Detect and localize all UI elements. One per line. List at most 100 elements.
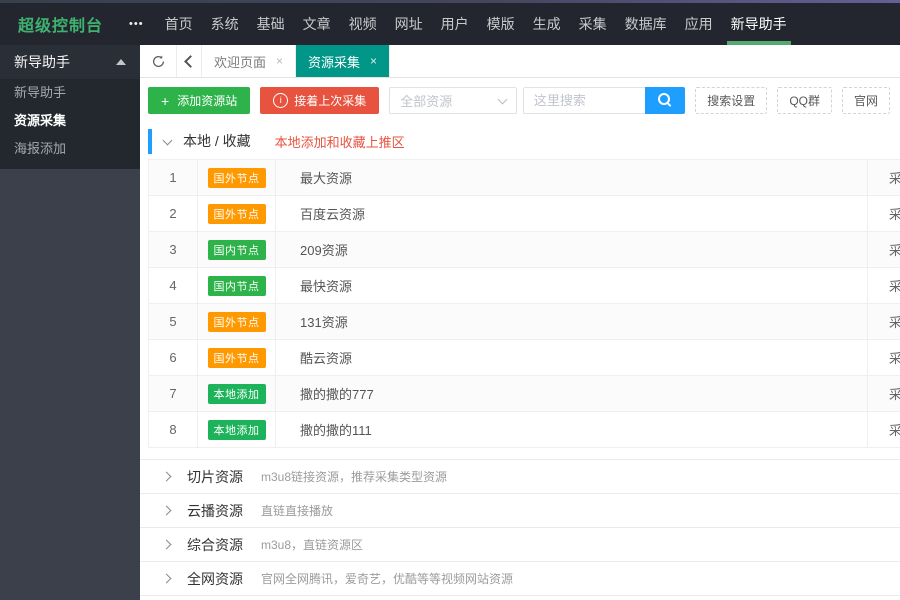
collect-today-link[interactable]: 采集当天 (867, 231, 900, 268)
nav-item-app[interactable]: 应用 (676, 3, 722, 45)
nav-item-generate[interactable]: 生成 (524, 3, 570, 45)
app-logo: 超级控制台 (18, 18, 104, 35)
row-number: 1 (148, 159, 198, 196)
row-number: 3 (148, 231, 198, 268)
accordion-title: 切片资源 (187, 468, 243, 485)
sidebar-item-poster-add[interactable]: 海报添加 (0, 135, 140, 163)
resource-name: 209资源 (275, 231, 868, 268)
search-button[interactable] (644, 87, 686, 114)
accordion-title: 综合资源 (187, 536, 243, 553)
accordion-item-composite[interactable]: 综合资源 m3u8，直链资源区 (140, 528, 900, 562)
continue-last-collect-label: 接着上次采集 (294, 94, 367, 108)
nav-item-user[interactable]: 用户 (432, 3, 478, 45)
tab-close-icon[interactable]: × (276, 54, 283, 68)
accordion-item-download[interactable]: 下载资源 迅雷，直链下载资源区 (140, 596, 900, 600)
node-type-badge: 国外节点 (207, 203, 266, 224)
section-note: 本地添加和收藏上推区 (274, 134, 405, 150)
node-type-badge: 本地添加 (207, 419, 266, 440)
row-number: 6 (148, 339, 198, 376)
search-settings-button[interactable]: 搜索设置 (695, 87, 768, 114)
tab-welcome[interactable]: 欢迎页面 × (202, 45, 297, 77)
node-type-badge: 国内节点 (207, 275, 266, 296)
more-menu-icon[interactable]: ••• (129, 3, 144, 45)
resource-category-accordion: 切片资源 m3u8链接资源，推荐采集类型资源 云播资源 直链直接播放 综合资源 … (140, 459, 900, 600)
collect-today-link[interactable]: 采集当天 (867, 267, 900, 304)
qq-group-button[interactable]: QQ群 (777, 87, 832, 114)
resource-filter-value: 全部资源 (400, 94, 453, 109)
node-type-badge: 本地添加 (207, 383, 266, 404)
nav-item-url[interactable]: 网址 (386, 3, 432, 45)
tab-welcome-label: 欢迎页面 (214, 54, 267, 70)
top-navigation: 首页 系统 基础 文章 视频 网址 用户 模版 生成 采集 数据库 应用 新导助… (156, 3, 796, 45)
collect-today-link[interactable]: 采集当天 (867, 375, 900, 412)
add-resource-site-button[interactable]: + 添加资源站 (148, 87, 251, 114)
search-icon (657, 93, 670, 105)
table-row: 2 国外节点 百度云资源 采集当天 (148, 195, 900, 232)
row-number: 2 (148, 195, 198, 232)
main-content: 欢迎页面 × 资源采集 × + 添加资源站 i 接着上次采集 全部资源 搜索设置… (140, 45, 900, 600)
table-row: 6 国外节点 酷云资源 采集当天 (148, 339, 900, 376)
accordion-item-slice[interactable]: 切片资源 m3u8链接资源，推荐采集类型资源 (140, 460, 900, 494)
tab-scroll-left-button[interactable] (177, 45, 202, 77)
accordion-desc: 直链直接播放 (261, 504, 334, 518)
toolbar: + 添加资源站 i 接着上次采集 全部资源 搜索设置 QQ群 官网 (140, 78, 900, 123)
sidebar-group-header[interactable]: 新导助手 (0, 45, 140, 79)
collapse-up-icon (116, 59, 126, 65)
collect-today-link[interactable]: 采集当天 (867, 159, 900, 196)
tab-close-icon[interactable]: × (370, 54, 377, 68)
section-collapse-chevron-down-icon[interactable] (162, 135, 173, 145)
accordion-title: 云播资源 (187, 502, 243, 519)
accordion-item-fullweb[interactable]: 全网资源 官网全网腾讯，爱奇艺，优酷等等视频网站资源 (140, 562, 900, 596)
row-number: 5 (148, 303, 198, 340)
table-row: 7 本地添加 撒的撒的777 采集当天 (148, 375, 900, 412)
table-row: 4 国内节点 最快资源 采集当天 (148, 267, 900, 304)
nav-item-collect[interactable]: 采集 (570, 3, 616, 45)
info-icon: i (273, 93, 289, 108)
refresh-icon (152, 55, 164, 67)
search-input[interactable] (522, 87, 645, 114)
accordion-item-cloudplay[interactable]: 云播资源 直链直接播放 (140, 494, 900, 528)
nav-item-database[interactable]: 数据库 (616, 3, 676, 45)
resource-name: 百度云资源 (275, 195, 868, 232)
nav-item-video[interactable]: 视频 (340, 3, 386, 45)
row-number: 8 (148, 411, 198, 448)
node-type-badge: 国内节点 (207, 239, 266, 260)
resource-name: 最大资源 (275, 159, 868, 196)
resource-name: 酷云资源 (275, 339, 868, 376)
accordion-desc: m3u8链接资源，推荐采集类型资源 (261, 470, 448, 484)
row-number: 4 (148, 267, 198, 304)
collect-today-link[interactable]: 采集当天 (867, 303, 900, 340)
resource-name: 撒的撒的111 (275, 411, 868, 448)
accordion-title: 全网资源 (187, 570, 243, 587)
table-row: 1 国外节点 最大资源 采集当天 (148, 159, 900, 196)
accordion-desc: m3u8，直链资源区 (261, 538, 364, 552)
continue-last-collect-button[interactable]: i 接着上次采集 (260, 87, 380, 114)
chevron-right-icon (161, 539, 172, 550)
table-row: 8 本地添加 撒的撒的111 采集当天 (148, 411, 900, 448)
accordion-desc: 官网全网腾讯，爱奇艺，优酷等等视频网站资源 (261, 572, 514, 586)
nav-item-basic[interactable]: 基础 (248, 3, 294, 45)
chevron-right-icon (161, 573, 172, 584)
add-resource-site-label: 添加资源站 (177, 94, 238, 108)
nav-item-nav-helper[interactable]: 新导助手 (722, 3, 796, 45)
nav-item-system[interactable]: 系统 (202, 3, 248, 45)
resource-filter-select[interactable]: 全部资源 (389, 87, 517, 114)
collect-today-link[interactable]: 采集当天 (867, 411, 900, 448)
chevron-left-icon (184, 54, 197, 68)
top-gradient-strip (0, 0, 900, 3)
official-site-button[interactable]: 官网 (841, 87, 890, 114)
sidebar-item-nav-helper[interactable]: 新导助手 (0, 79, 140, 107)
collect-today-link[interactable]: 采集当天 (867, 195, 900, 232)
nav-item-home[interactable]: 首页 (156, 3, 202, 45)
refresh-button[interactable] (140, 45, 177, 77)
nav-item-article[interactable]: 文章 (294, 3, 340, 45)
tab-resource-collect[interactable]: 资源采集 × (296, 45, 391, 77)
row-number: 7 (148, 375, 198, 412)
section-accent-bar (148, 128, 152, 154)
sidebar-item-resource-collect[interactable]: 资源采集 (0, 107, 140, 135)
table-row: 3 国内节点 209资源 采集当天 (148, 231, 900, 268)
nav-item-template[interactable]: 模版 (478, 3, 524, 45)
resource-name: 撒的撒的777 (275, 375, 868, 412)
node-type-badge: 国外节点 (207, 347, 266, 368)
collect-today-link[interactable]: 采集当天 (867, 339, 900, 376)
